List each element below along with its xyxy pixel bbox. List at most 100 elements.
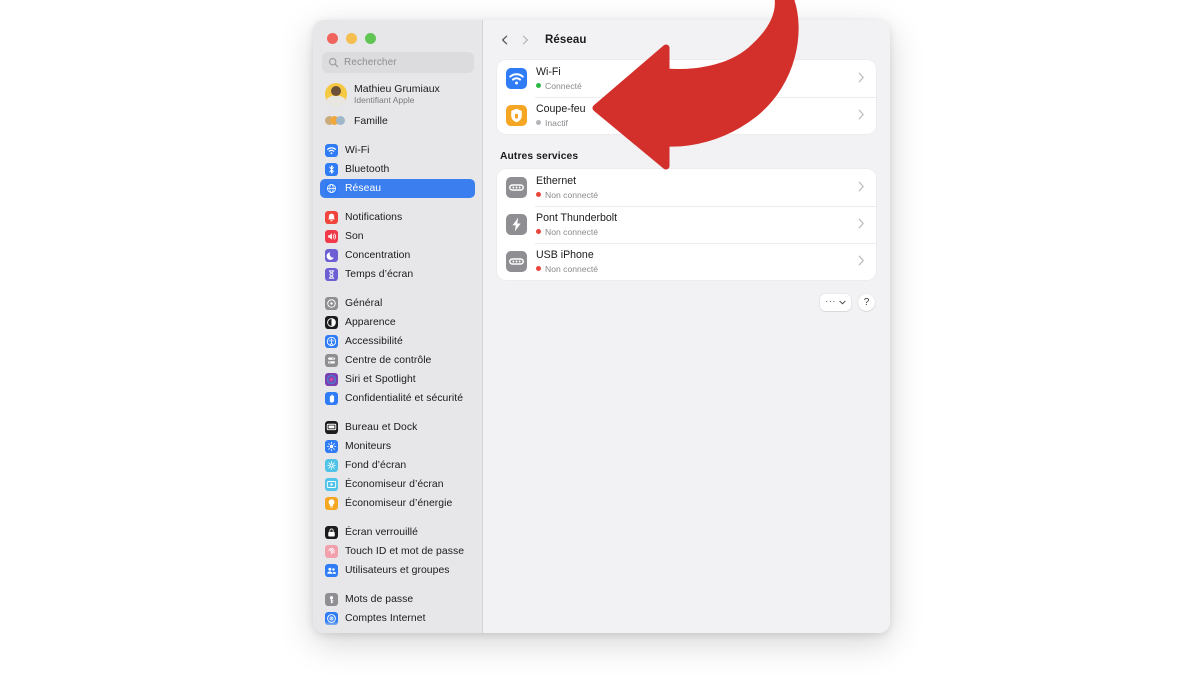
sidebar-item-moniteurs[interactable]: Moniteurs xyxy=(320,437,475,456)
wallpaper-icon xyxy=(325,459,338,472)
close-button[interactable] xyxy=(327,33,338,44)
service-row-text: Pont Thunderbolt Non connecté xyxy=(536,212,852,237)
sidebar-scroll-area[interactable]: Mathieu Grumiaux Identifiant Apple Famil… xyxy=(313,80,482,633)
passwords-key-icon xyxy=(325,593,338,606)
help-button[interactable]: ? xyxy=(858,294,875,311)
help-label: ? xyxy=(863,297,870,308)
wifi-icon xyxy=(506,68,527,89)
status-text: Inactif xyxy=(545,117,568,128)
sidebar-item-reseau[interactable]: Réseau xyxy=(320,179,475,198)
more-options-label: ··· xyxy=(825,295,836,306)
status-text: Connecté xyxy=(545,80,582,91)
firewall-shield-icon xyxy=(506,105,527,126)
system-settings-window: Rechercher Mathieu Grumiaux Identifiant … xyxy=(313,20,890,633)
sidebar-item-label: Notifications xyxy=(345,212,403,223)
sidebar-item-general[interactable]: Général xyxy=(320,294,475,313)
sidebar-item-apple-account[interactable]: Mathieu Grumiaux Identifiant Apple xyxy=(320,80,475,108)
service-row-coupe-feu[interactable]: Coupe-feu Inactif xyxy=(497,97,876,134)
search-field[interactable]: Rechercher xyxy=(322,52,474,73)
sidebar-item-economiseur-denergie[interactable]: Économiseur d’énergie xyxy=(320,494,475,513)
sidebar-item-label: Mots de passe xyxy=(345,594,414,605)
sidebar-item-ecran-verrouille[interactable]: Écran verrouillé xyxy=(320,523,475,542)
sidebar-item-label: Concentration xyxy=(345,250,411,261)
sidebar-item-bureau-et-dock[interactable]: Bureau et Dock xyxy=(320,418,475,437)
service-row-pont-thunderbolt[interactable]: Pont Thunderbolt Non connecté xyxy=(497,206,876,243)
sidebar-item-apparence[interactable]: Apparence xyxy=(320,313,475,332)
chevron-right-icon xyxy=(522,35,529,45)
sidebar-item-label: Centre de contrôle xyxy=(345,355,432,366)
sidebar-item-comptes-internet[interactable]: Comptes Internet xyxy=(320,609,475,628)
sidebar-group-3: Bureau et Dock Moniteurs Fond d’écran Écono… xyxy=(313,418,482,513)
status-dot-icon xyxy=(536,266,541,272)
sidebar-item-touch-id-et-mot-de-passe[interactable]: Touch ID et mot de passe xyxy=(320,542,475,561)
sidebar-item-fond-decran[interactable]: Fond d’écran xyxy=(320,456,475,475)
sidebar-item-temps-decran[interactable]: Temps d’écran xyxy=(320,265,475,284)
service-name: Coupe-feu xyxy=(536,102,586,115)
service-row-ethernet[interactable]: Ethernet Non connecté xyxy=(497,169,876,206)
settings-content: Wi-Fi Connecté Coupe-feu Inactif Autres ser… xyxy=(483,60,890,311)
chevron-left-icon xyxy=(501,35,508,45)
status-dot-icon xyxy=(536,229,541,235)
service-row-wi-fi[interactable]: Wi-Fi Connecté xyxy=(497,60,876,97)
window-traffic-lights xyxy=(327,33,376,44)
service-row-text: Coupe-feu Inactif xyxy=(536,103,852,128)
screensaver-icon xyxy=(325,478,338,491)
screen-time-icon xyxy=(325,268,338,281)
users-groups-icon xyxy=(325,564,338,577)
chevron-right-icon xyxy=(858,181,865,195)
more-options-button[interactable]: ··· xyxy=(820,294,851,311)
toolbar: Réseau xyxy=(483,20,890,60)
sidebar-item-mots-de-passe[interactable]: Mots de passe xyxy=(320,590,475,609)
sidebar-group-0: Wi-Fi Bluetooth Réseau xyxy=(313,141,482,198)
sidebar-item-centre-de-controle[interactable]: Centre de contrôle xyxy=(320,351,475,370)
touch-id-icon xyxy=(325,545,338,558)
sidebar-item-label: Économiseur d’énergie xyxy=(345,498,453,509)
sidebar-item-bluetooth[interactable]: Bluetooth xyxy=(320,160,475,179)
status-text: Non connecté xyxy=(545,189,599,200)
sidebar-item-wi-fi[interactable]: Wi-Fi xyxy=(320,141,475,160)
sidebar-item-siri-et-spotlight[interactable]: Siri et Spotlight xyxy=(320,370,475,389)
page-title: Réseau xyxy=(545,34,587,46)
privacy-hand-icon xyxy=(325,392,338,405)
control-center-icon xyxy=(325,354,338,367)
sidebar-item-label: Apparence xyxy=(345,317,396,328)
sidebar-item-label: Confidentialité et sécurité xyxy=(345,393,464,404)
chevron-right-icon xyxy=(858,218,865,232)
other-services-card: Ethernet Non connecté Pont Thunderbolt Non … xyxy=(497,169,876,280)
sidebar-item-accessibilite[interactable]: Accessibilité xyxy=(320,332,475,351)
sidebar-group-4: Écran verrouillé Touch ID et mot de passe… xyxy=(313,523,482,580)
service-row-text: Ethernet Non connecté xyxy=(536,175,852,200)
status-badge: Non connecté xyxy=(536,264,852,274)
sidebar-item-label: Bureau et Dock xyxy=(345,422,418,433)
general-gear-icon xyxy=(325,297,338,310)
usb-iphone-icon xyxy=(506,251,527,272)
sidebar-item-economiseur-decran[interactable]: Économiseur d’écran xyxy=(320,475,475,494)
sidebar-item-label: Bluetooth xyxy=(345,164,390,175)
minimize-button[interactable] xyxy=(346,33,357,44)
sidebar-item-confidentialite-et-securite[interactable]: Confidentialité et sécurité xyxy=(320,389,475,408)
service-row-usb-iphone[interactable]: USB iPhone Non connecté xyxy=(497,243,876,280)
status-dot-icon xyxy=(536,192,541,198)
other-services-heading: Autres services xyxy=(500,151,579,162)
chevron-right-icon xyxy=(858,72,865,86)
lock-screen-icon xyxy=(325,526,338,539)
status-text: Non connecté xyxy=(545,263,599,274)
sidebar-item-famille[interactable]: Famille xyxy=(320,110,475,131)
sidebar-item-utilisateurs-et-groupes[interactable]: Utilisateurs et groupes xyxy=(320,561,475,580)
sidebar-item-concentration[interactable]: Concentration xyxy=(320,246,475,265)
chevron-down-icon xyxy=(839,300,846,305)
back-button[interactable] xyxy=(495,30,515,50)
status-badge: Inactif xyxy=(536,118,852,128)
sidebar-item-label: Réseau xyxy=(345,183,382,194)
zoom-button[interactable] xyxy=(365,33,376,44)
forward-button[interactable] xyxy=(515,30,535,50)
displays-icon xyxy=(325,440,338,453)
sidebar-item-son[interactable]: Son xyxy=(320,227,475,246)
chevron-right-icon xyxy=(858,255,865,269)
sidebar-item-label: Temps d’écran xyxy=(345,269,414,280)
account-subtitle: Identifiant Apple xyxy=(354,94,415,105)
status-dot-icon xyxy=(536,83,541,89)
sidebar-item-notifications[interactable]: Notifications xyxy=(320,208,475,227)
sidebar-group-1: Notifications Son Concentration Temps d’écr… xyxy=(313,208,482,284)
sidebar-item-label: Utilisateurs et groupes xyxy=(345,565,450,576)
